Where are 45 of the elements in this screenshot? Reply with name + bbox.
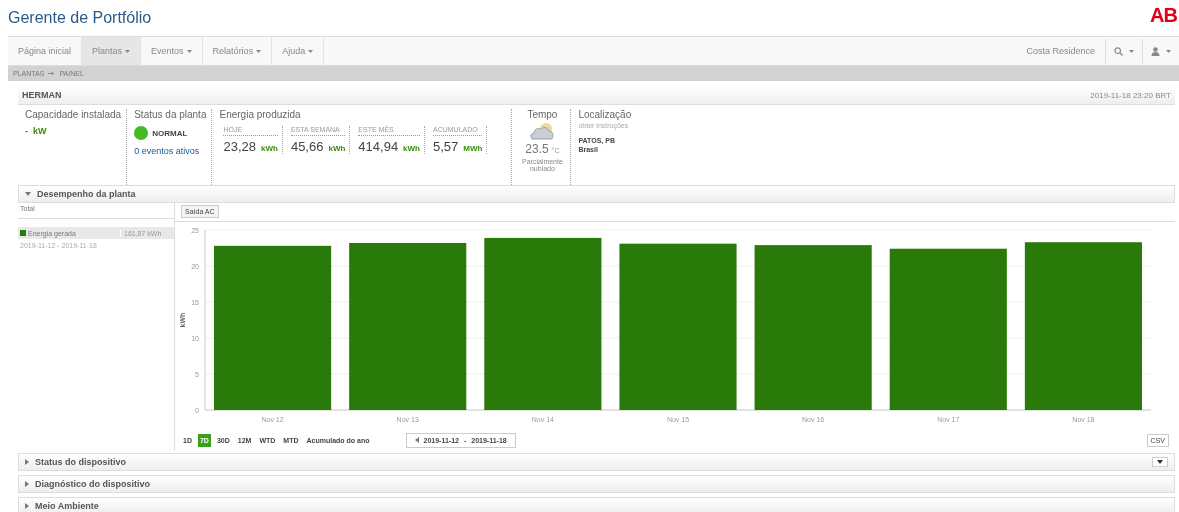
dropdown-button[interactable] (1152, 457, 1168, 467)
logo: AB (1150, 4, 1178, 27)
energy-unit: kWh (403, 144, 420, 153)
nav-tab[interactable]: Eventos (141, 37, 203, 65)
bar[interactable] (349, 242, 467, 410)
bar[interactable] (889, 248, 1007, 410)
bar[interactable] (484, 237, 602, 410)
section-header[interactable]: Status do dispositivo (18, 453, 1175, 471)
caret-icon (1129, 49, 1134, 53)
status-value: NORMAL (152, 128, 188, 138)
bar[interactable] (214, 245, 332, 410)
capacity-value: - kW (25, 126, 48, 136)
bar[interactable] (619, 243, 737, 410)
user-icon[interactable] (1151, 46, 1160, 56)
block-label: Localização (578, 109, 632, 120)
section-header[interactable]: Desempenho da planta (18, 185, 1175, 203)
block-label: Tempo (527, 109, 558, 120)
block-label: Status da planta (134, 109, 207, 120)
energy-unit: kWh (328, 144, 346, 153)
energy-value: 5,57 (433, 139, 459, 154)
bar[interactable] (1024, 242, 1142, 410)
bar[interactable] (754, 245, 872, 410)
arrow-icon (48, 71, 56, 76)
caret-icon (1166, 49, 1171, 53)
caret-icon (1157, 460, 1163, 464)
plant-name: HERMAN (22, 90, 62, 100)
energy-value: 414,94 (358, 139, 399, 154)
energy-unit: MWh (463, 144, 483, 153)
nav-tab[interactable]: Relatórios (202, 37, 273, 65)
cloud-icon (529, 122, 556, 140)
temperature: 23.5 (525, 142, 549, 156)
section-header[interactable]: Diagnóstico do dispositivo (18, 475, 1175, 493)
energy-value: 23,28 (223, 139, 256, 154)
energy-unit: kWh (261, 144, 278, 153)
timestamp: 2019-11-18 23:20 BRT (1090, 90, 1171, 100)
nav-tab[interactable]: Ajuda (272, 37, 325, 65)
block-label: Energia produzida (219, 109, 302, 120)
search-icon[interactable] (1114, 46, 1123, 56)
chevron-left-icon[interactable] (414, 437, 419, 444)
app-title: Gerente de Portfólio (8, 9, 152, 27)
energy-value: 45,66 (290, 139, 324, 154)
portfolio-selector[interactable]: Costa Residence (1016, 39, 1106, 63)
block-label: Capacidade instalada (25, 109, 122, 120)
events-link[interactable]: 0 eventos ativos (134, 146, 207, 156)
section-header[interactable]: Meio Ambiente (18, 497, 1175, 512)
